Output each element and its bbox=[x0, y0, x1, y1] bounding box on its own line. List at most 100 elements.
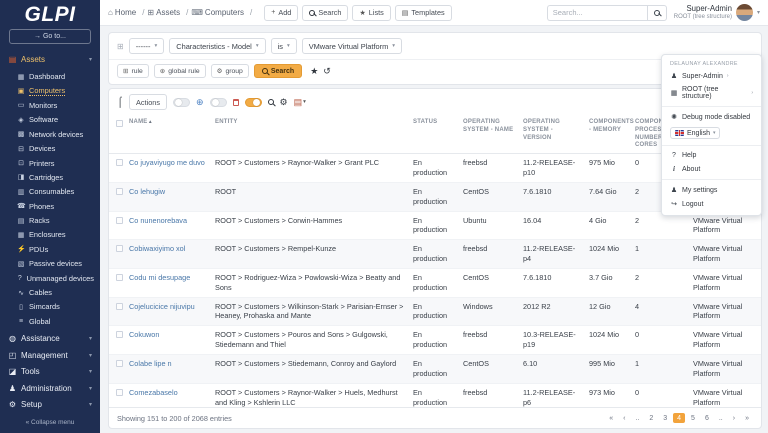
computer-name-link[interactable]: Co lehugiw bbox=[129, 187, 165, 196]
computer-name-link[interactable]: Cobiwaxiyimo xol bbox=[129, 244, 185, 253]
sidebar-item[interactable]: ▣ Computers bbox=[0, 84, 100, 98]
breadcrumb-item[interactable]: ⌂ Home bbox=[108, 8, 144, 17]
page-action-button[interactable]: Search bbox=[302, 4, 349, 21]
reset-search-icon[interactable]: ↺ bbox=[323, 66, 331, 77]
language-select[interactable]: English ▾ bbox=[670, 127, 721, 139]
sidebar-item[interactable]: ⚡ PDUs bbox=[0, 242, 100, 256]
add-global-rule-button[interactable]: ⊕ global rule bbox=[153, 64, 206, 78]
page-button[interactable]: ‹ bbox=[619, 413, 629, 423]
page-button[interactable]: » bbox=[741, 413, 753, 423]
row-checkbox[interactable] bbox=[116, 273, 123, 281]
sidebar-item[interactable]: ? Unmanaged devices bbox=[0, 271, 100, 285]
column-header[interactable]: ENTITY bbox=[211, 115, 409, 155]
sidebar-section-assets[interactable]: ▤ Assets ▾ bbox=[0, 51, 100, 68]
menu-item-language[interactable]: English ▾ bbox=[662, 124, 761, 142]
menu-item-debug[interactable]: ✺ Debug mode disabled bbox=[662, 110, 761, 124]
goto-button[interactable]: → Go to... bbox=[9, 29, 91, 45]
sidebar-section[interactable]: ♟ Administration ▾ bbox=[0, 380, 100, 397]
sidebar-item[interactable]: ☎ Phones bbox=[0, 199, 100, 213]
deleted-items-toggle[interactable] bbox=[209, 97, 227, 107]
computer-name-link[interactable]: Cojelucicice nijuvipu bbox=[129, 302, 195, 311]
user-menu-trigger[interactable]: Super-Admin ROOT (tree structure) ▾ bbox=[674, 4, 760, 21]
menu-item-about[interactable]: i About bbox=[662, 162, 761, 176]
computer-name-link[interactable]: Cokuwon bbox=[129, 330, 159, 339]
collapse-menu-button[interactable]: « Collapse menu bbox=[0, 413, 100, 433]
page-action-button[interactable]: ★ Lists bbox=[352, 4, 391, 21]
menu-item-my-settings[interactable]: ♟ My settings bbox=[662, 183, 761, 197]
row-checkbox[interactable] bbox=[116, 245, 123, 253]
page-button[interactable]: 3 bbox=[659, 413, 671, 423]
sidebar-item[interactable]: ≡ Global bbox=[0, 314, 100, 328]
criteria-operator-select[interactable]: is ▾ bbox=[270, 38, 297, 54]
sidebar-item[interactable]: ▤ Racks bbox=[0, 213, 100, 227]
sidebar-section[interactable]: ◰ Management ▾ bbox=[0, 347, 100, 364]
sidebar-item[interactable]: ⊡ Printers bbox=[0, 156, 100, 170]
wrench-icon[interactable]: ⚙ bbox=[280, 97, 288, 108]
sidebar-section[interactable]: ⚙ Setup ▾ bbox=[0, 397, 100, 414]
sidebar-item[interactable]: ▧ Passive devices bbox=[0, 257, 100, 271]
sidebar-item[interactable]: ▦ Dashboard bbox=[0, 69, 100, 83]
menu-item-profile[interactable]: ♟ Super-Admin › bbox=[662, 69, 761, 83]
sidebar-item[interactable]: ◈ Software bbox=[0, 113, 100, 127]
row-checkbox[interactable] bbox=[116, 360, 123, 367]
global-search-input[interactable] bbox=[546, 4, 647, 21]
page-button[interactable]: .. bbox=[631, 413, 643, 423]
column-header[interactable]: STATUS bbox=[409, 115, 459, 155]
computer-name-link[interactable]: Colabe lipe n bbox=[129, 359, 172, 368]
page-button[interactable]: 6 bbox=[701, 413, 713, 423]
page-button[interactable]: 4 bbox=[673, 413, 686, 423]
public-view-toggle[interactable] bbox=[172, 97, 190, 107]
column-header[interactable]: OPERATING SYSTEM - VERSION bbox=[519, 115, 585, 155]
entity-cell: ROOT > Customers > Pouros and Sons > Gul… bbox=[211, 325, 409, 355]
breadcrumb-item[interactable]: ⌨ Computers bbox=[191, 8, 252, 17]
sidebar-item[interactable]: ▩ Network devices bbox=[0, 127, 100, 141]
bookmark-star-icon[interactable]: ★ bbox=[310, 66, 318, 77]
sidebar-item[interactable]: ▭ Monitors bbox=[0, 98, 100, 112]
sidebar-item[interactable]: ◨ Cartridges bbox=[0, 170, 100, 184]
page-action-button[interactable]: + Add bbox=[264, 4, 299, 21]
menu-item-help[interactable]: ? Help bbox=[662, 149, 761, 162]
computer-name-link[interactable]: Co nunenorebava bbox=[129, 216, 187, 225]
criteria-logic-select[interactable]: ------ ▾ bbox=[128, 38, 165, 54]
criteria-field-select[interactable]: Characteristics - Model ▾ bbox=[169, 38, 266, 54]
page-button[interactable]: › bbox=[729, 413, 739, 423]
row-checkbox[interactable] bbox=[116, 187, 123, 195]
add-rule-button[interactable]: ⊞ rule bbox=[117, 64, 149, 78]
sidebar-item[interactable]: ▥ Consumables bbox=[0, 185, 100, 199]
sidebar-section[interactable]: ◪ Tools ▾ bbox=[0, 364, 100, 381]
column-header[interactable]: OPERATING SYSTEM - NAME bbox=[459, 115, 519, 155]
row-checkbox[interactable] bbox=[116, 216, 123, 224]
global-search-button[interactable] bbox=[646, 4, 667, 21]
row-checkbox[interactable] bbox=[116, 159, 123, 167]
criteria-value-select[interactable]: VMware Virtual Platform ▾ bbox=[301, 38, 403, 54]
sidebar-item[interactable]: ⊟ Devices bbox=[0, 141, 100, 155]
sidebar-item[interactable]: ▦ Enclosures bbox=[0, 228, 100, 242]
page-button[interactable]: 2 bbox=[645, 413, 657, 423]
export-icon[interactable]: ▤ ▾ bbox=[294, 97, 306, 108]
page-action-button[interactable]: ▤ Templates bbox=[394, 4, 452, 21]
massive-action-icon[interactable]: ⌠ bbox=[117, 97, 123, 108]
add-group-button[interactable]: ⚙ group bbox=[210, 64, 249, 78]
page-button[interactable]: 5 bbox=[687, 413, 699, 423]
computer-name-link[interactable]: Comezabaselo bbox=[129, 388, 178, 397]
page-button[interactable]: .. bbox=[715, 413, 727, 423]
row-checkbox[interactable] bbox=[116, 388, 123, 396]
row-checkbox[interactable] bbox=[116, 302, 123, 310]
search-filter-toggle[interactable] bbox=[244, 97, 262, 107]
search-button[interactable]: Search bbox=[253, 64, 303, 78]
select-all-checkbox[interactable] bbox=[116, 120, 123, 127]
computer-name-link[interactable]: Codu mi desupage bbox=[129, 273, 190, 282]
menu-item-entity[interactable]: ▦ ROOT (tree structure) › bbox=[662, 83, 761, 103]
computer-name-link[interactable]: Co juyaviyugo me duvo bbox=[129, 158, 205, 167]
entity-cell: ROOT > Customers > Corwin-Hammes bbox=[211, 210, 409, 240]
sidebar-section[interactable]: ◍ Assistance ▾ bbox=[0, 331, 100, 348]
column-header[interactable]: COMPONENTS - MEMORY bbox=[585, 115, 634, 155]
page-button[interactable]: « bbox=[605, 413, 617, 423]
sidebar-item[interactable]: ∿ Cables bbox=[0, 285, 100, 299]
breadcrumb-item[interactable]: ⊞ Assets bbox=[147, 8, 188, 17]
column-header[interactable]: NAME ▴ bbox=[125, 115, 211, 155]
menu-item-logout[interactable]: ↪ Logout bbox=[662, 197, 761, 211]
sidebar-item[interactable]: ▯ Simcards bbox=[0, 300, 100, 314]
row-checkbox[interactable] bbox=[116, 331, 123, 339]
actions-button[interactable]: Actions bbox=[129, 94, 167, 110]
